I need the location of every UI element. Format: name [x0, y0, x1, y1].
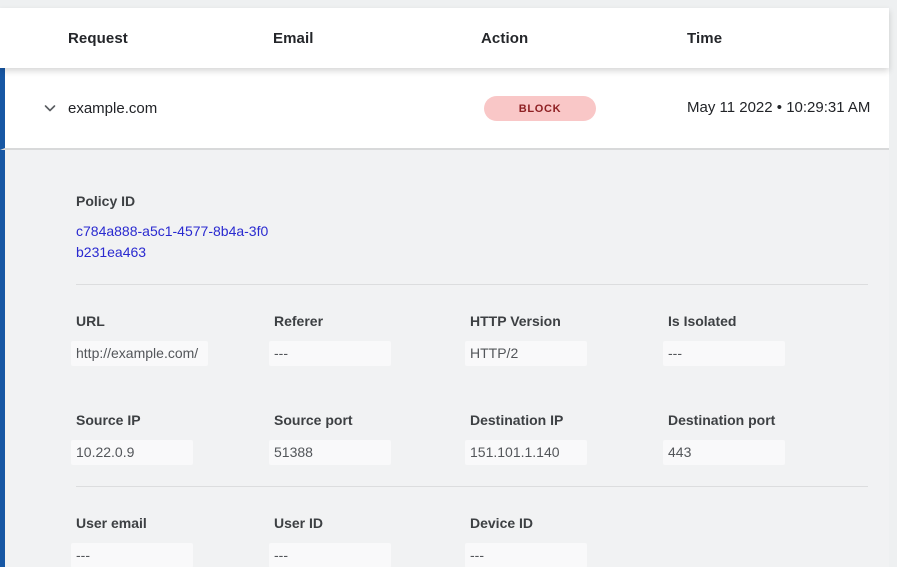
- chevron-down-icon: [42, 100, 58, 116]
- field-value: 51388: [274, 440, 470, 465]
- field-value: 151.101.1.140: [470, 440, 668, 465]
- field-destination-port: Destination port 443: [668, 412, 868, 465]
- divider: [76, 486, 868, 487]
- field-referer: Referer ---: [274, 313, 470, 366]
- field-value-text: ---: [465, 543, 587, 567]
- field-value-text: ---: [663, 341, 785, 366]
- user-fields-grid: User email --- User ID --- Device ID ---: [76, 515, 868, 567]
- field-value: http://example.com/: [76, 341, 274, 366]
- field-label: Source port: [274, 412, 470, 428]
- field-value-text: 151.101.1.140: [465, 440, 587, 465]
- field-user-email: User email ---: [76, 515, 274, 567]
- column-header-email: Email: [273, 30, 481, 47]
- column-header-request: Request: [68, 30, 273, 47]
- field-label: Destination port: [668, 412, 868, 428]
- field-http-version: HTTP Version HTTP/2: [470, 313, 668, 366]
- field-value: 443: [668, 440, 868, 465]
- row-request-value: example.com: [68, 100, 273, 117]
- field-value: 10.22.0.9: [76, 440, 274, 465]
- field-label: Is Isolated: [668, 313, 868, 329]
- field-value: ---: [274, 341, 470, 366]
- field-source-port: Source port 51388: [274, 412, 470, 465]
- field-value: HTTP/2: [470, 341, 668, 366]
- action-block-badge: BLOCK: [484, 96, 596, 121]
- field-value-text: ---: [71, 543, 193, 567]
- column-header-action: Action: [481, 30, 687, 47]
- field-value: ---: [274, 543, 470, 567]
- field-value-text: HTTP/2: [465, 341, 587, 366]
- row-expand-toggle[interactable]: [5, 100, 68, 116]
- field-destination-ip: Destination IP 151.101.1.140: [470, 412, 668, 465]
- row-details-panel: Policy ID c784a888-a5c1-4577-8b4a-3f0b23…: [0, 150, 889, 567]
- row-action-cell: BLOCK: [481, 96, 687, 121]
- field-label: User email: [76, 515, 274, 531]
- http-fields-grid: URL http://example.com/ Referer --- HTTP…: [76, 313, 868, 465]
- field-value: ---: [470, 543, 668, 567]
- row-time-value: May 11 2022 • 10:29:31 AM: [687, 96, 889, 120]
- divider: [76, 284, 868, 285]
- field-label: Device ID: [470, 515, 668, 531]
- table-header: Request Email Action Time: [0, 8, 889, 68]
- field-value: ---: [76, 543, 274, 567]
- field-label: HTTP Version: [470, 313, 668, 329]
- field-policy-id: Policy ID c784a888-a5c1-4577-8b4a-3f0b23…: [76, 193, 868, 263]
- field-label: Referer: [274, 313, 470, 329]
- field-empty: [668, 515, 868, 567]
- column-header-time: Time: [687, 30, 889, 47]
- field-user-id: User ID ---: [274, 515, 470, 567]
- field-label: Source IP: [76, 412, 274, 428]
- field-label: User ID: [274, 515, 470, 531]
- field-value-text: ---: [269, 341, 391, 366]
- field-device-id: Device ID ---: [470, 515, 668, 567]
- policy-id-link[interactable]: c784a888-a5c1-4577-8b4a-3f0b231ea463: [76, 221, 271, 263]
- field-label: URL: [76, 313, 274, 329]
- field-url: URL http://example.com/: [76, 313, 274, 366]
- policy-id-label: Policy ID: [76, 193, 868, 209]
- field-source-ip: Source IP 10.22.0.9: [76, 412, 274, 465]
- field-value-text: http://example.com/: [71, 341, 208, 366]
- table-row[interactable]: example.com BLOCK May 11 2022 • 10:29:31…: [0, 68, 889, 150]
- log-table: Request Email Action Time example.com BL…: [0, 8, 889, 567]
- field-value: ---: [668, 341, 868, 366]
- field-value-text: ---: [269, 543, 391, 567]
- field-label: Destination IP: [470, 412, 668, 428]
- field-value-text: 51388: [269, 440, 391, 465]
- field-value-text: 443: [663, 440, 785, 465]
- field-value-text: 10.22.0.9: [71, 440, 193, 465]
- field-is-isolated: Is Isolated ---: [668, 313, 868, 366]
